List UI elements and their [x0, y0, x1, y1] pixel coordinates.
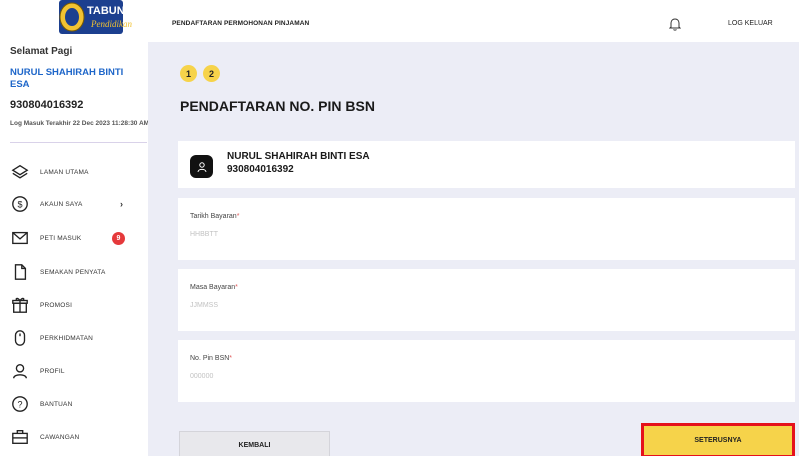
page-title: PENDAFTARAN NO. PIN BSN [180, 98, 375, 114]
sidebar-item-akaun-saya[interactable]: $ AKAUN SAYA › [0, 190, 148, 218]
chevron-right-icon: › [120, 199, 123, 209]
avatar [190, 155, 213, 178]
back-button[interactable]: KEMBALI [179, 431, 330, 456]
mail-icon [10, 228, 30, 248]
sidebar-item-label: AKAUN SAYA [40, 200, 83, 208]
top-header: PENDAFTARAN PERMOHONAN PINJAMAN LOG KELU… [148, 0, 799, 42]
logout-link[interactable]: LOG KELUAR [728, 20, 773, 27]
sidebar-item-semakan-penyata[interactable]: SEMAKAN PENYATA [0, 258, 148, 286]
sidebar-item-cawangan[interactable]: CAWANGAN [0, 423, 148, 451]
profile-name: NURUL SHAHIRAH BINTI ESA [227, 151, 370, 162]
masa-bayaran-label: Masa Bayaran* [190, 284, 238, 291]
bell-icon[interactable] [668, 17, 682, 31]
sidebar-item-perkhidmatan[interactable]: PERKHIDMATAN [0, 324, 148, 352]
sidebar-item-label: BANTUAN [40, 400, 73, 408]
sidebar-item-label: PROFIL [40, 367, 65, 375]
main-content: 1 2 PENDAFTARAN NO. PIN BSN NURUL SHAHIR… [148, 42, 799, 456]
last-login-text: Log Masuk Terakhir 22 Dec 2023 11:28:30 … [10, 120, 150, 127]
masa-bayaran-input[interactable] [190, 297, 780, 313]
user-icon [10, 361, 30, 381]
header-title: PENDAFTARAN PERMOHONAN PINJAMAN [172, 20, 310, 27]
sidebar-divider [10, 142, 147, 143]
sidebar-item-label: PETI MASUK [40, 234, 82, 242]
help-icon: ? [10, 394, 30, 414]
tarikh-bayaran-label: Tarikh Bayaran* [190, 213, 240, 220]
sidebar: TABUNG Pendidikan Selamat Pagi NURUL SHA… [0, 0, 150, 456]
sidebar-item-promosi[interactable]: PROMOSI [0, 291, 148, 319]
document-icon [10, 262, 30, 282]
sidebar-item-peti-masuk[interactable]: PETI MASUK 9 [0, 224, 148, 252]
sidebar-item-label: PROMOSI [40, 301, 73, 309]
sidebar-item-label: SEMAKAN PENYATA [40, 268, 106, 276]
svg-text:TABUNG: TABUNG [87, 5, 133, 17]
next-button[interactable]: SETERUSNYA [641, 423, 795, 456]
dollar-circle-icon: $ [10, 194, 30, 214]
sidebar-item-profil[interactable]: PROFIL [0, 357, 148, 385]
tarikh-bayaran-card: Tarikh Bayaran* [178, 198, 795, 260]
pin-bsn-label: No. Pin BSN* [190, 355, 233, 362]
user-name: NURUL SHAHIRAH BINTI ESA [10, 67, 124, 90]
pin-bsn-input[interactable] [190, 368, 780, 384]
profile-card: NURUL SHAHIRAH BINTI ESA 930804016392 [178, 141, 795, 188]
layers-icon [10, 162, 30, 182]
profile-ic-number: 930804016392 [227, 164, 294, 175]
tarikh-bayaran-input[interactable] [190, 226, 780, 242]
unread-count-badge: 9 [112, 231, 125, 245]
mouse-icon [10, 328, 30, 348]
svg-text:Pendidikan: Pendidikan [90, 19, 132, 29]
step-indicator-2: 2 [203, 65, 220, 82]
sidebar-item-label: CAWANGAN [40, 433, 80, 441]
svg-text:$: $ [17, 200, 22, 210]
sidebar-item-bantuan[interactable]: ? BANTUAN [0, 390, 148, 418]
sidebar-item-laman-utama[interactable]: LAMAN UTAMA [0, 158, 148, 186]
briefcase-icon [10, 427, 30, 447]
gift-icon [10, 295, 30, 315]
masa-bayaran-card: Masa Bayaran* [178, 269, 795, 331]
user-ic-number: 930804016392 [10, 99, 84, 111]
sidebar-item-label: PERKHIDMATAN [40, 334, 94, 342]
svg-text:?: ? [17, 400, 22, 410]
tabung-pendidikan-logo: TABUNG Pendidikan [45, 0, 137, 36]
pin-bsn-card: No. Pin BSN* [178, 340, 795, 402]
sidebar-item-label: LAMAN UTAMA [40, 168, 89, 176]
step-indicator-1: 1 [180, 65, 197, 82]
greeting-text: Selamat Pagi [10, 46, 73, 57]
